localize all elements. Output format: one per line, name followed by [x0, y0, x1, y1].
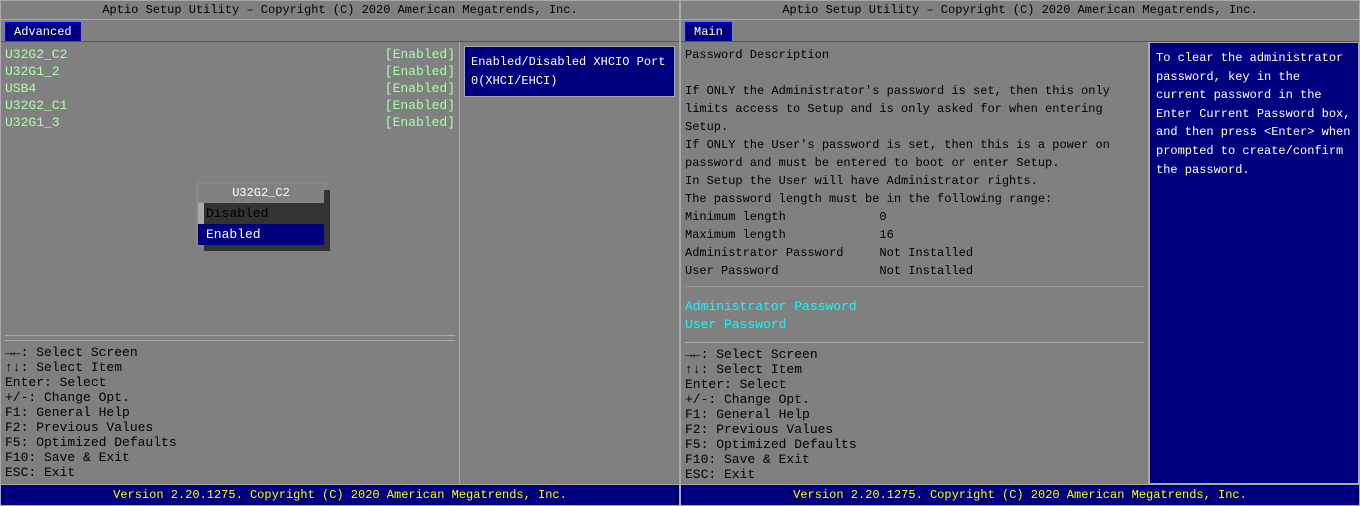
key-hint: F1: General Help — [5, 405, 455, 420]
key-hint: F10: Save & Exit — [5, 450, 455, 465]
key-hint: ↑↓: Select Item — [685, 362, 1144, 377]
desc-line: In Setup the User will have Administrato… — [685, 172, 1144, 190]
right-main-panel: Password Description If ONLY the Adminis… — [681, 42, 1149, 484]
desc-line: If ONLY the Administrator's password is … — [685, 82, 1144, 100]
left-header-text: Aptio Setup Utility – Copyright (C) 2020… — [102, 3, 577, 17]
desc-line: password and must be entered to boot or … — [685, 154, 1144, 172]
desc-line: Maximum length 16 — [685, 226, 1144, 244]
left-right-help: Enabled/Disabled XHCIO Port 0(XHCI/EHCI) — [459, 42, 679, 484]
key-hint: →←: Select Screen — [5, 345, 455, 360]
key-hint: Enter: Select — [5, 375, 455, 390]
password-links: Administrator Password User Password — [685, 299, 1144, 334]
settings-list: U32G2_C2 [Enabled] U32G1_2 [Enabled] USB… — [5, 46, 455, 131]
dropdown-item-disabled[interactable]: Disabled — [198, 203, 324, 224]
left-footer: Version 2.20.1275. Copyright (C) 2020 Am… — [1, 484, 679, 505]
divider — [685, 286, 1144, 287]
left-tab-bar: Advanced — [1, 20, 679, 42]
left-main-content: U32G2_C2 [Enabled] U32G1_2 [Enabled] USB… — [1, 42, 459, 484]
user-password-link[interactable]: User Password — [685, 317, 1144, 332]
list-item[interactable]: U32G2_C1 [Enabled] — [5, 97, 455, 114]
list-item[interactable]: U32G1_2 [Enabled] — [5, 63, 455, 80]
left-body: U32G2_C2 [Enabled] U32G1_2 [Enabled] USB… — [1, 42, 679, 484]
key-hint: F2: Previous Values — [685, 422, 1144, 437]
key-hint: F5: Optimized Defaults — [685, 437, 1144, 452]
list-item[interactable]: U32G2_C2 [Enabled] — [5, 46, 455, 63]
administrator-password-link[interactable]: Administrator Password — [685, 299, 1144, 314]
left-keys-section: →←: Select Screen ↑↓: Select Item Enter:… — [5, 327, 455, 480]
tab-advanced[interactable]: Advanced — [5, 22, 81, 41]
right-keys-section: →←: Select Screen ↑↓: Select Item Enter:… — [685, 334, 1144, 482]
help-box: Enabled/Disabled XHCIO Port 0(XHCI/EHCI) — [464, 46, 675, 97]
desc-line: Administrator Password Not Installed — [685, 244, 1144, 262]
key-hint: ↑↓: Select Item — [5, 360, 455, 375]
desc-line: Minimum length 0 — [685, 208, 1144, 226]
key-hint: F2: Previous Values — [5, 420, 455, 435]
desc-line: limits access to Setup and is only asked… — [685, 100, 1144, 118]
right-footer: Version 2.20.1275. Copyright (C) 2020 Am… — [681, 484, 1359, 505]
desc-line: Password Description — [685, 46, 1144, 64]
key-hint: F10: Save & Exit — [685, 452, 1144, 467]
dropdown-popup: U32G2_C2 Disabled Enabled — [196, 182, 326, 247]
right-screen: Aptio Setup Utility – Copyright (C) 2020… — [680, 0, 1360, 506]
key-hint: +/-: Change Opt. — [5, 390, 455, 405]
keys-section: →←: Select Screen ↑↓: Select Item Enter:… — [5, 340, 455, 480]
key-hint: +/-: Change Opt. — [685, 392, 1144, 407]
key-hint: Enter: Select — [685, 377, 1144, 392]
left-header: Aptio Setup Utility – Copyright (C) 2020… — [1, 1, 679, 20]
desc-line: If ONLY the User's password is set, then… — [685, 136, 1144, 154]
left-screen: Aptio Setup Utility – Copyright (C) 2020… — [0, 0, 680, 506]
key-hint: ESC: Exit — [685, 467, 1144, 482]
right-tab-bar: Main — [681, 20, 1359, 42]
right-help-panel: To clear the administrator password, key… — [1149, 42, 1359, 484]
password-description: Password Description If ONLY the Adminis… — [685, 46, 1144, 280]
divider — [5, 335, 455, 336]
desc-line: Setup. — [685, 118, 1144, 136]
list-item[interactable]: U32G1_3 [Enabled] — [5, 114, 455, 131]
key-hint: F5: Optimized Defaults — [5, 435, 455, 450]
dropdown-item-enabled[interactable]: Enabled — [198, 224, 324, 245]
key-hint: F1: General Help — [685, 407, 1144, 422]
desc-line — [685, 64, 1144, 82]
desc-line: User Password Not Installed — [685, 262, 1144, 280]
desc-line: The password length must be in the follo… — [685, 190, 1144, 208]
key-hint: →←: Select Screen — [685, 347, 1144, 362]
key-hint: ESC: Exit — [5, 465, 455, 480]
right-body: Password Description If ONLY the Adminis… — [681, 42, 1359, 484]
dropdown-title: U32G2_C2 — [198, 184, 324, 203]
list-item[interactable]: USB4 [Enabled] — [5, 80, 455, 97]
divider — [685, 342, 1144, 343]
tab-main[interactable]: Main — [685, 22, 732, 41]
right-header-text: Aptio Setup Utility – Copyright (C) 2020… — [782, 3, 1257, 17]
right-header: Aptio Setup Utility – Copyright (C) 2020… — [681, 1, 1359, 20]
